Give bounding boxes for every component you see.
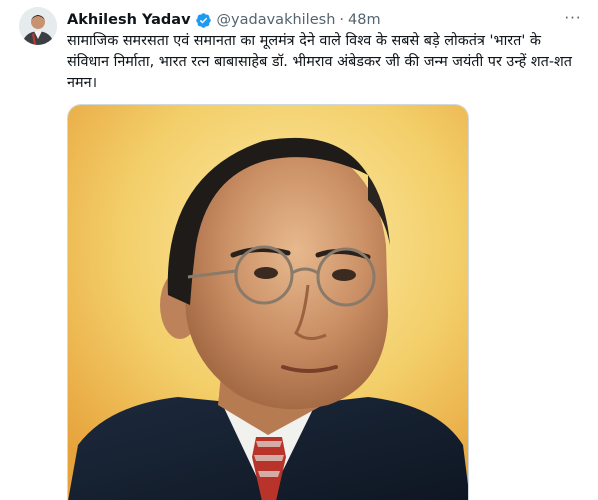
tweet-timestamp[interactable]: 48m [348,12,381,28]
more-options-icon[interactable]: ··· [562,9,584,27]
author-avatar[interactable] [19,7,57,45]
author-handle[interactable]: @yadavakhilesh [217,12,336,28]
tweet-header: Akhilesh Yadav @yadavakhilesh · 48m [67,9,584,31]
author-name[interactable]: Akhilesh Yadav [67,12,191,28]
header-separator: · [339,12,344,28]
tweet-text: सामाजिक समरसता एवं समानता का मूलमंत्र दे… [67,33,577,91]
verified-badge-icon [195,12,212,29]
tweet-image[interactable] [67,104,469,500]
